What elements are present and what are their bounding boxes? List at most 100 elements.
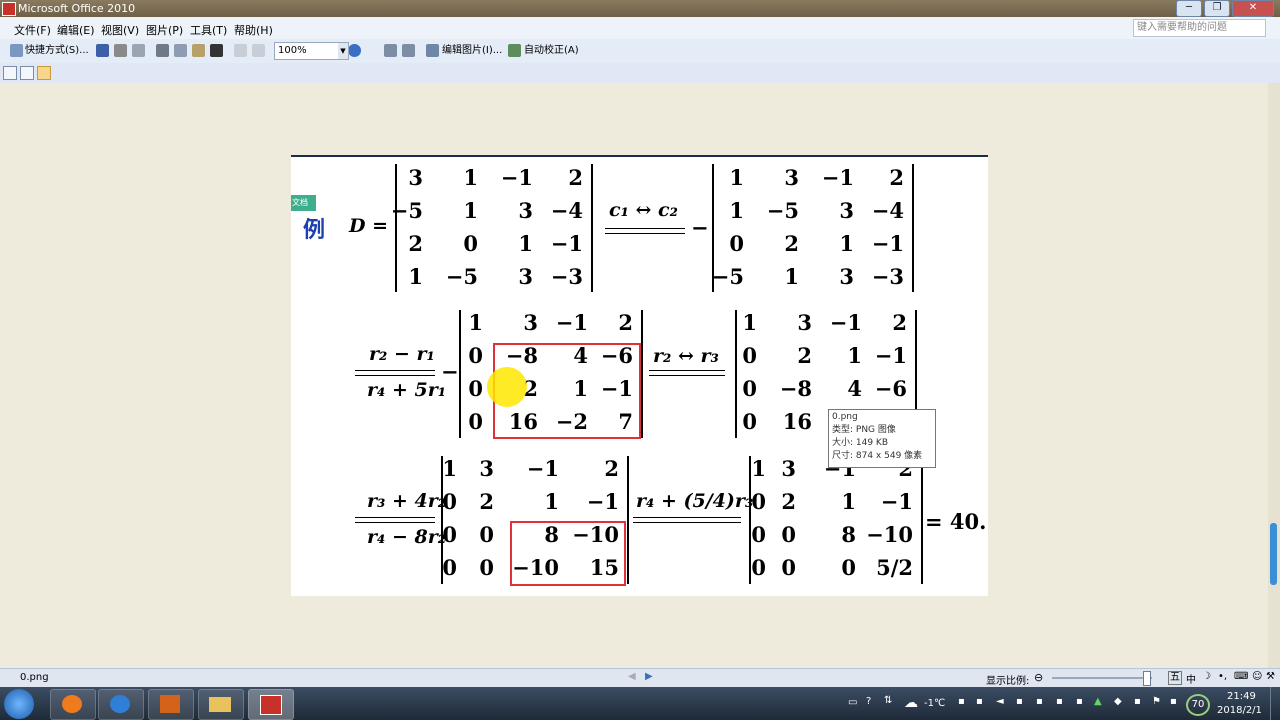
tray-shield-icon[interactable]: ◆ [1114,696,1122,707]
tray-network-icon[interactable]: ▭ [848,697,857,708]
rotate-right-icon[interactable] [402,44,415,57]
m1-cell: 2 [408,231,423,256]
m4-cell: 3 [797,310,812,335]
scrollbar-thumb[interactable] [1270,523,1277,585]
example-label: 例 [303,217,326,243]
shortcut-icon [10,44,23,57]
op-r2-swap-r3: r₂ ↔ r₃ [653,345,719,367]
m4-cell: 0 [742,409,757,434]
m5-cell: 2 [604,456,619,481]
tray-help-icon[interactable]: ? [866,696,871,707]
zoom-slider-thumb[interactable] [1143,671,1151,686]
m2-cell: −5 [766,198,799,223]
tray-icon[interactable]: ▪ [958,696,965,707]
m2-cell: 1 [729,165,744,190]
tray-temperature: -1℃ [924,698,946,709]
zoom-select[interactable]: 100% ▼ [274,42,349,60]
copy-icon[interactable] [174,44,187,57]
m6-cell: 0 [841,555,856,580]
save-icon[interactable] [96,44,109,57]
tray-icon[interactable]: ▪ [1076,696,1083,707]
show-desktop-button[interactable] [1270,687,1280,720]
matlab-icon[interactable] [148,689,194,720]
ime-chinese-icon[interactable]: 中 [1186,671,1196,686]
menu-help[interactable]: 帮助(H) [234,22,273,38]
tray-counter-badge[interactable]: 70 [1186,694,1210,716]
op-r2-minus-r1: r₂ − r₁ [369,343,435,365]
undo-icon[interactable] [234,44,247,57]
filmstrip-view-icon[interactable] [20,66,34,80]
m6-cell: −10 [866,522,913,547]
m2-cell: 3 [839,264,854,289]
menu-picture[interactable]: 图片(P) [146,22,183,38]
paste-icon[interactable] [192,44,205,57]
edit-picture-button[interactable]: 编辑图片(I)... [442,43,502,59]
m1-cell: −5 [390,198,423,223]
shortcut-button[interactable]: 快捷方式(S)... [25,43,89,59]
m3-cell: 3 [523,310,538,335]
delete-icon[interactable] [210,44,223,57]
m3-cell: 0 [468,409,483,434]
thumbnail-view-icon[interactable] [3,66,17,80]
tray-icon[interactable]: ▪ [1134,696,1141,707]
m3-cell: 0 [468,343,483,368]
minus-sign: − [691,215,709,240]
internet-explorer-icon[interactable] [98,689,144,720]
op-r4-plus-5r1: r₄ + 5r₁ [367,379,447,401]
chevron-down-icon[interactable]: ▼ [338,43,348,59]
m4-cell: 0 [742,343,757,368]
m6-cell: 8 [841,522,856,547]
menu-edit[interactable]: 编辑(E) [57,22,95,38]
print-icon[interactable] [114,44,127,57]
auto-correct-button[interactable]: 自动校正(A) [524,43,579,59]
start-button-icon[interactable] [4,689,34,719]
ime-mode-icon[interactable]: 五 [1168,671,1182,685]
help-search-input[interactable]: 键入需要帮助的问题 [1133,19,1266,37]
tray-wifi-icon[interactable]: ▲ [1094,696,1102,707]
m1-cell: 2 [568,165,583,190]
m5-cell: 0 [442,489,457,514]
ime-moon-icon[interactable]: ☽ [1202,671,1211,682]
weather-cloud-icon[interactable]: ☁ [904,695,918,711]
menu-file[interactable]: 文件(F) [14,22,51,38]
print-preview-icon[interactable] [132,44,145,57]
menu-view[interactable]: 视图(V) [101,22,139,38]
tray-icon[interactable]: ▪ [1056,696,1063,707]
zoom-slider-track[interactable] [1052,677,1152,679]
equivalence-line [605,228,685,234]
auto-correct-icon [508,44,521,57]
redo-icon[interactable] [252,44,265,57]
tray-arrows-icon[interactable]: ⇅ [884,695,892,706]
next-arrow-icon[interactable]: ▶ [645,671,653,682]
cut-icon[interactable] [156,44,169,57]
taskbar-app-icon[interactable] [50,689,96,720]
matrix-m1: 3 1 −1 2 −5 1 3 −4 2 0 1 −1 1 −5 3 −3 [391,164,593,292]
minimize-button[interactable]: ─ [1176,0,1202,17]
ime-user-icon[interactable]: ☺ [1252,671,1262,682]
single-view-icon[interactable] [37,66,51,80]
ime-keyboard-icon[interactable]: ⌨ [1234,671,1248,682]
menu-tools[interactable]: 工具(T) [190,22,227,38]
status-bar: 0.png ◀ ▶ 显示比例: ⊖ 五 中 ☽ •, ⌨ ☺ ⚒ [0,668,1280,688]
m6-cell: 3 [781,456,796,481]
vertical-scrollbar[interactable] [1268,83,1280,668]
volume-icon[interactable]: ◄ [996,696,1004,707]
tray-icon[interactable]: ▪ [1036,696,1043,707]
maximize-button[interactable]: ❐ [1204,0,1230,17]
prev-arrow-icon[interactable]: ◀ [628,671,636,682]
tray-icon[interactable]: ▪ [1170,696,1177,707]
close-button[interactable]: ✕ [1232,0,1274,17]
rotate-left-icon[interactable] [384,44,397,57]
file-explorer-icon[interactable] [198,689,244,720]
tray-icon[interactable]: ▪ [1016,696,1023,707]
flag-icon[interactable]: ⚑ [1152,696,1161,707]
ime-punct-icon[interactable]: •, [1218,671,1227,682]
equivalence-line [633,517,741,523]
m5-cell: 1 [544,489,559,514]
m1-cell: −4 [550,198,583,223]
help-icon[interactable] [348,44,361,57]
ime-tools-icon[interactable]: ⚒ [1266,671,1275,682]
picture-manager-icon[interactable] [248,689,294,720]
tray-icon[interactable]: ▪ [976,696,983,707]
zoom-out-icon[interactable]: ⊖ [1034,671,1043,684]
